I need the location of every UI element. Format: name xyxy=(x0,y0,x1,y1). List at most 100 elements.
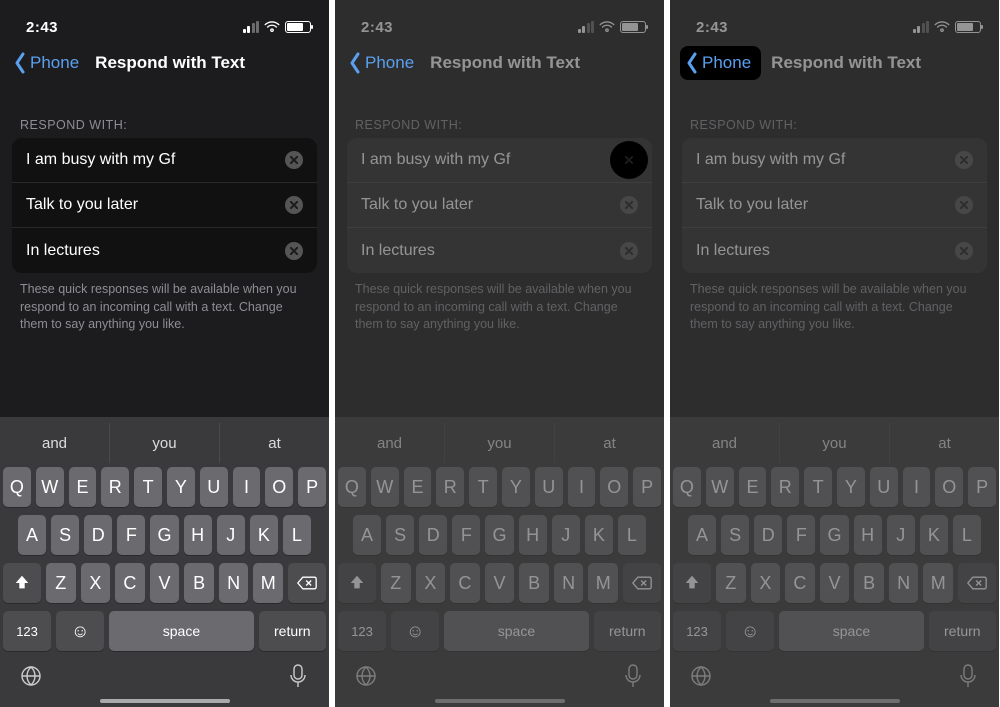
clear-button[interactable] xyxy=(620,151,638,169)
key-w[interactable]: W xyxy=(706,467,734,507)
key-o[interactable]: O xyxy=(935,467,963,507)
return-key[interactable]: return xyxy=(594,611,661,651)
mic-icon[interactable] xyxy=(285,663,311,689)
key-n[interactable]: N xyxy=(889,563,919,603)
key-q[interactable]: Q xyxy=(673,467,701,507)
clear-button[interactable] xyxy=(285,196,303,214)
numbers-key[interactable]: 123 xyxy=(338,611,386,651)
key-t[interactable]: T xyxy=(804,467,832,507)
key-c[interactable]: C xyxy=(115,563,145,603)
key-z[interactable]: Z xyxy=(716,563,746,603)
key-p[interactable]: P xyxy=(968,467,996,507)
clear-button[interactable] xyxy=(285,151,303,169)
key-s[interactable]: S xyxy=(386,515,414,555)
key-e[interactable]: E xyxy=(69,467,97,507)
space-key[interactable]: space xyxy=(779,611,923,651)
key-s[interactable]: S xyxy=(51,515,79,555)
suggestion[interactable]: at xyxy=(890,423,999,463)
response-row[interactable]: In lectures xyxy=(12,228,317,273)
key-d[interactable]: D xyxy=(84,515,112,555)
key-x[interactable]: X xyxy=(751,563,781,603)
clear-button[interactable] xyxy=(285,242,303,260)
response-row[interactable]: In lectures xyxy=(347,228,652,273)
key-x[interactable]: X xyxy=(81,563,111,603)
key-a[interactable]: A xyxy=(353,515,381,555)
key-j[interactable]: J xyxy=(887,515,915,555)
clear-button[interactable] xyxy=(955,242,973,260)
key-q[interactable]: Q xyxy=(3,467,31,507)
key-f[interactable]: F xyxy=(452,515,480,555)
suggestion[interactable]: you xyxy=(780,423,890,463)
backspace-key[interactable] xyxy=(623,563,661,603)
suggestion[interactable]: and xyxy=(335,423,445,463)
return-key[interactable]: return xyxy=(929,611,996,651)
back-button[interactable]: Phone xyxy=(10,50,85,76)
clear-button[interactable] xyxy=(620,196,638,214)
suggestion[interactable]: you xyxy=(445,423,555,463)
key-t[interactable]: T xyxy=(134,467,162,507)
response-row[interactable]: I am busy with my Gf xyxy=(12,138,317,183)
numbers-key[interactable]: 123 xyxy=(3,611,51,651)
key-t[interactable]: T xyxy=(469,467,497,507)
key-v[interactable]: V xyxy=(820,563,850,603)
key-m[interactable]: M xyxy=(588,563,618,603)
key-q[interactable]: Q xyxy=(338,467,366,507)
key-h[interactable]: H xyxy=(184,515,212,555)
suggestion[interactable]: you xyxy=(110,423,220,463)
key-g[interactable]: G xyxy=(150,515,178,555)
key-y[interactable]: Y xyxy=(502,467,530,507)
key-h[interactable]: H xyxy=(519,515,547,555)
home-indicator[interactable] xyxy=(435,699,565,704)
mic-icon[interactable] xyxy=(955,663,981,689)
key-k[interactable]: K xyxy=(585,515,613,555)
backspace-key[interactable] xyxy=(288,563,326,603)
suggestion[interactable]: and xyxy=(670,423,780,463)
key-z[interactable]: Z xyxy=(381,563,411,603)
key-d[interactable]: D xyxy=(419,515,447,555)
key-d[interactable]: D xyxy=(754,515,782,555)
key-m[interactable]: M xyxy=(923,563,953,603)
emoji-key[interactable]: ☺ xyxy=(726,611,774,651)
key-l[interactable]: L xyxy=(953,515,981,555)
key-l[interactable]: L xyxy=(283,515,311,555)
numbers-key[interactable]: 123 xyxy=(673,611,721,651)
key-b[interactable]: B xyxy=(519,563,549,603)
mic-icon[interactable] xyxy=(620,663,646,689)
key-e[interactable]: E xyxy=(404,467,432,507)
home-indicator[interactable] xyxy=(100,699,230,704)
key-v[interactable]: V xyxy=(150,563,180,603)
key-w[interactable]: W xyxy=(371,467,399,507)
emoji-key[interactable]: ☺ xyxy=(56,611,104,651)
response-row[interactable]: Talk to you later xyxy=(682,183,987,228)
key-k[interactable]: K xyxy=(250,515,278,555)
key-f[interactable]: F xyxy=(787,515,815,555)
globe-icon[interactable] xyxy=(353,663,379,689)
key-a[interactable]: A xyxy=(688,515,716,555)
key-x[interactable]: X xyxy=(416,563,446,603)
shift-key[interactable] xyxy=(3,563,41,603)
key-r[interactable]: R xyxy=(436,467,464,507)
response-row[interactable]: I am busy with my Gf xyxy=(682,138,987,183)
key-u[interactable]: U xyxy=(535,467,563,507)
home-indicator[interactable] xyxy=(770,699,900,704)
key-j[interactable]: J xyxy=(552,515,580,555)
space-key[interactable]: space xyxy=(109,611,253,651)
key-i[interactable]: I xyxy=(233,467,261,507)
response-row[interactable]: I am busy with my Gf xyxy=(347,138,652,183)
key-a[interactable]: A xyxy=(18,515,46,555)
key-p[interactable]: P xyxy=(298,467,326,507)
key-k[interactable]: K xyxy=(920,515,948,555)
key-f[interactable]: F xyxy=(117,515,145,555)
key-s[interactable]: S xyxy=(721,515,749,555)
key-b[interactable]: B xyxy=(854,563,884,603)
shift-key[interactable] xyxy=(673,563,711,603)
clear-button[interactable] xyxy=(620,242,638,260)
key-e[interactable]: E xyxy=(739,467,767,507)
globe-icon[interactable] xyxy=(688,663,714,689)
key-c[interactable]: C xyxy=(785,563,815,603)
key-y[interactable]: Y xyxy=(837,467,865,507)
key-p[interactable]: P xyxy=(633,467,661,507)
key-g[interactable]: G xyxy=(820,515,848,555)
key-c[interactable]: C xyxy=(450,563,480,603)
key-u[interactable]: U xyxy=(870,467,898,507)
